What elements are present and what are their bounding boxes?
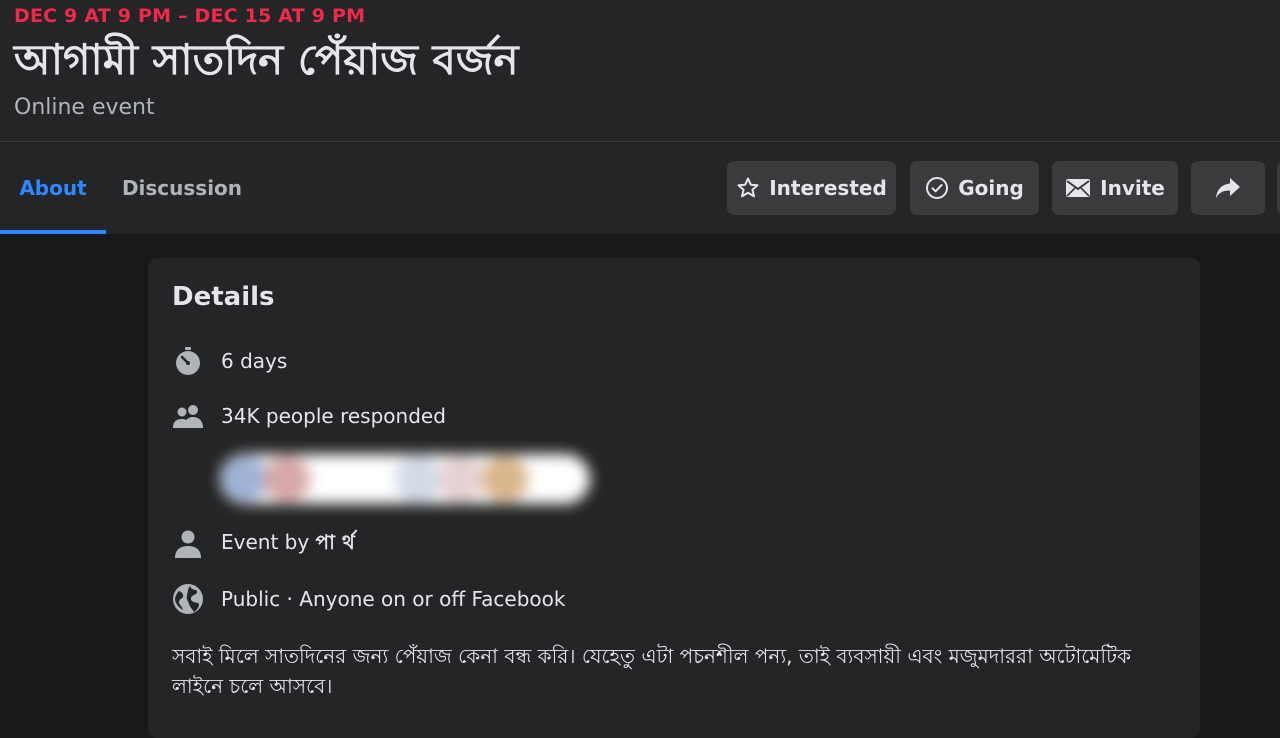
event-header: DEC 9 AT 9 PM – DEC 15 AT 9 PM আগামী সাত… xyxy=(0,0,1280,142)
stopwatch-icon xyxy=(172,345,204,377)
event-by-label: Event by পা র্থ xyxy=(221,528,355,561)
share-button[interactable] xyxy=(1191,161,1265,215)
invite-label: Invite xyxy=(1100,176,1165,200)
host-row: Event by পা র্থ xyxy=(172,528,355,560)
going-button[interactable]: Going xyxy=(910,161,1039,215)
going-label: Going xyxy=(958,176,1024,200)
invite-button[interactable]: Invite xyxy=(1052,161,1178,215)
person-icon xyxy=(172,528,204,560)
details-card: Details 6 days 34K people responded Even… xyxy=(148,258,1200,738)
avatar xyxy=(395,456,441,502)
people-icon xyxy=(172,400,204,432)
duration-row: 6 days xyxy=(172,345,287,377)
event-subtitle: Online event xyxy=(14,95,155,120)
check-circle-icon xyxy=(926,177,949,199)
avatar xyxy=(222,456,268,502)
avatar xyxy=(482,456,528,502)
privacy-row: Public · Anyone on or off Facebook xyxy=(172,583,565,615)
tab-about-label: About xyxy=(19,176,87,200)
star-icon xyxy=(737,177,759,198)
avatar xyxy=(438,456,484,502)
interested-button[interactable]: Interested xyxy=(727,161,896,215)
event-by-prefix: Event by xyxy=(221,529,310,554)
event-date: DEC 9 AT 9 PM – DEC 15 AT 9 PM xyxy=(14,5,366,27)
details-title: Details xyxy=(172,282,275,312)
responded-row[interactable]: 34K people responded xyxy=(172,400,446,432)
event-description: সবাই মিলে সাতদিনের জন্য পেঁয়াজ কেনা বন্… xyxy=(172,644,1132,698)
globe-icon xyxy=(172,583,204,615)
event-title: আগামী সাতদিন পেঁয়াজ বর্জন xyxy=(14,35,519,84)
event-tabbar: About Discussion Interested Going Invite xyxy=(0,142,1280,234)
envelope-icon xyxy=(1066,179,1091,197)
responder-avatars[interactable] xyxy=(220,454,590,504)
host-name-link[interactable]: পা র্থ xyxy=(316,530,355,554)
interested-label: Interested xyxy=(769,176,887,200)
responded-text: 34K people responded xyxy=(221,404,446,428)
active-tab-indicator xyxy=(0,230,106,234)
privacy-text: Public · Anyone on or off Facebook xyxy=(221,587,566,611)
tab-discussion[interactable]: Discussion xyxy=(112,142,252,234)
tab-discussion-label: Discussion xyxy=(121,176,243,200)
duration-text: 6 days xyxy=(221,349,288,373)
share-arrow-icon xyxy=(1216,178,1240,198)
avatar xyxy=(264,456,310,502)
tab-about[interactable]: About xyxy=(0,142,106,234)
